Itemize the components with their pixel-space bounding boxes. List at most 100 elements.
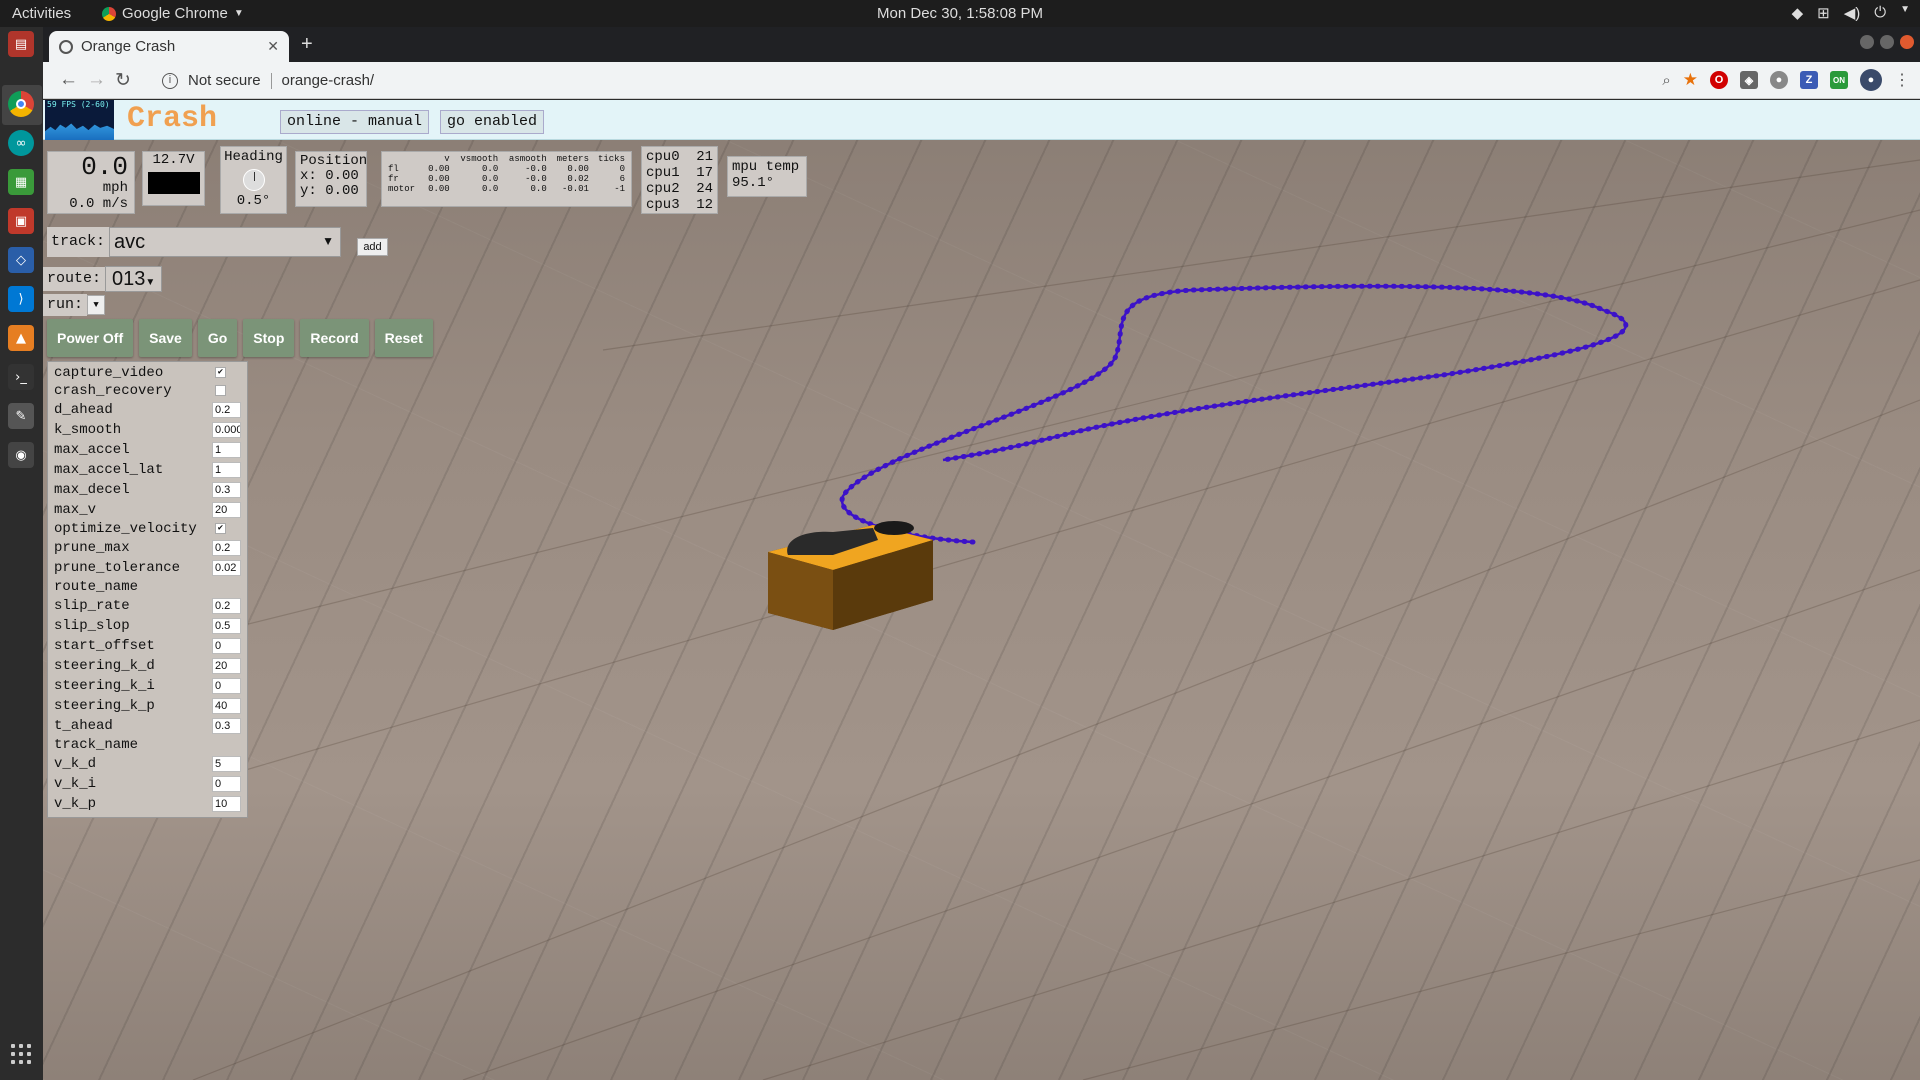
table-cell: 0.02 xyxy=(567,174,589,184)
go-button[interactable]: Go xyxy=(197,319,238,357)
wheel-table: v vsmooth asmooth meters ticks fl 0.00 0.0 -0.0… xyxy=(386,154,627,194)
app-menu[interactable]: Google Chrome ▼ xyxy=(102,5,244,22)
files-icon[interactable]: ▤ xyxy=(8,31,34,57)
route-select[interactable]: 013▼ xyxy=(105,266,163,292)
param-input[interactable]: 1 xyxy=(212,442,241,458)
forward-icon[interactable]: → xyxy=(87,69,106,91)
clock[interactable]: Mon Dec 30, 1:58:08 PM xyxy=(0,5,1920,22)
param-row-k-smooth: k_smooth 0.000 xyxy=(54,420,247,440)
volume-icon: ◀) xyxy=(1843,5,1861,22)
param-input[interactable]: 20 xyxy=(212,502,241,518)
table-cell: 0.0 xyxy=(530,184,547,194)
page-viewport: ge Crash 59 FPS (2-60) online - manual g… xyxy=(43,100,1920,1080)
param-input[interactable]: 0.2 xyxy=(212,402,241,418)
route-path xyxy=(839,283,1629,545)
tab-orange-crash[interactable]: Orange Crash ✕ xyxy=(49,31,289,62)
reload-icon[interactable]: ↻ xyxy=(115,69,131,92)
game-icon[interactable]: ◉ xyxy=(8,442,34,468)
shield-extension-icon[interactable]: ◈ xyxy=(1740,71,1758,89)
table-cell: -0.01 xyxy=(561,184,589,194)
system-tray[interactable]: ◆ ⊞ ◀) ⏻ ▼ xyxy=(1792,4,1910,22)
param-input[interactable]: 20 xyxy=(212,658,241,674)
stop-button[interactable]: Stop xyxy=(243,319,295,357)
param-input[interactable]: 0 xyxy=(212,638,241,654)
show-applications-icon[interactable] xyxy=(9,1042,33,1066)
param-row-t-ahead: t_ahead 0.3 xyxy=(54,716,247,736)
param-checkbox[interactable] xyxy=(215,385,226,396)
wheel-column-header: ticks xyxy=(597,154,625,164)
app-menu-label: Google Chrome xyxy=(122,5,228,22)
floor-plank-lines xyxy=(102,159,1920,1080)
arduino-icon[interactable]: ∞ xyxy=(8,130,34,156)
param-checkbox[interactable]: ✔ xyxy=(215,523,226,534)
position-x: x: 0.00 xyxy=(300,168,359,184)
new-tab-button[interactable]: + xyxy=(301,33,313,56)
z-extension-icon[interactable]: Z xyxy=(1800,71,1818,89)
reset-button[interactable]: Reset xyxy=(374,319,433,357)
save-button[interactable]: Save xyxy=(139,319,192,357)
route-path-solid xyxy=(840,284,1627,544)
param-row-start-offset: start_offset 0 xyxy=(54,636,247,656)
chrome-dock-icon[interactable] xyxy=(8,91,34,117)
param-row-d-ahead: d_ahead 0.2 xyxy=(54,400,247,420)
param-input[interactable]: 0.000 xyxy=(212,422,241,438)
heading-panel: Heading 0.5° xyxy=(220,146,287,214)
param-input[interactable]: 40 xyxy=(212,698,241,714)
table-cell: 6 xyxy=(619,174,625,184)
table-cell: -0.0 xyxy=(525,164,547,174)
param-input[interactable]: 0 xyxy=(212,776,241,792)
position-y: y: 0.00 xyxy=(300,183,359,199)
param-input[interactable]: 0 xyxy=(212,678,241,694)
address-bar[interactable]: i Not secure orange-crash/ xyxy=(156,66,1636,95)
virtualbox-icon[interactable]: ◇ xyxy=(8,247,34,273)
param-input[interactable]: 0.02 xyxy=(212,560,241,576)
extensions-area: ⌕ ★ O ◈ ● Z ON ● ⋮ xyxy=(1662,69,1910,91)
minimize-button[interactable] xyxy=(1860,35,1874,49)
param-input[interactable]: 0.3 xyxy=(212,718,241,734)
action-buttons: Power Off Save Go Stop Record Reset xyxy=(47,319,433,357)
inkscape-icon[interactable]: ✎ xyxy=(8,403,34,429)
terminal-icon[interactable]: ›_ xyxy=(8,364,34,390)
param-input[interactable]: 0.3 xyxy=(212,482,241,498)
run-select[interactable]: ▼ xyxy=(87,295,106,315)
back-icon[interactable]: ← xyxy=(59,69,78,91)
activities-button[interactable]: Activities xyxy=(12,5,71,22)
dropbox-icon: ◆ xyxy=(1791,5,1804,22)
go-status: go enabled xyxy=(440,110,545,134)
param-input[interactable]: 10 xyxy=(212,796,241,812)
green-extension-icon[interactable]: ON xyxy=(1830,71,1848,89)
vlc-icon[interactable]: ▲ xyxy=(8,325,34,351)
param-input[interactable]: 1 xyxy=(212,462,241,478)
vscode-icon[interactable]: ⟩ xyxy=(8,286,34,312)
circle-extension-icon[interactable]: ● xyxy=(1770,71,1788,89)
position-label: Position xyxy=(300,153,368,169)
param-input[interactable]: 0.2 xyxy=(212,598,241,614)
record-button[interactable]: Record xyxy=(300,319,369,357)
avatar[interactable]: ● xyxy=(1860,69,1882,91)
route-row: route: 013▼ xyxy=(43,266,163,292)
param-checkbox[interactable]: ✔ xyxy=(215,367,226,378)
presentation-icon[interactable]: ▣ xyxy=(8,208,34,234)
speed-mph-value: 0.0 xyxy=(81,152,128,182)
param-row-prune-max: prune_max 0.2 xyxy=(54,538,247,558)
close-window-button[interactable] xyxy=(1900,35,1914,49)
menu-icon[interactable]: ⋮ xyxy=(1894,70,1910,90)
close-icon[interactable]: ✕ xyxy=(267,38,279,55)
power-off-button[interactable]: Power Off xyxy=(47,319,134,357)
table-cell: 0.00 xyxy=(428,164,450,174)
param-input[interactable]: 5 xyxy=(212,756,241,772)
param-input[interactable]: 0.5 xyxy=(212,618,241,634)
bookmark-star-icon[interactable]: ★ xyxy=(1683,70,1698,90)
add-track-button[interactable]: add xyxy=(357,238,388,256)
opera-extension-icon[interactable]: O xyxy=(1710,71,1728,89)
tab-title: Orange Crash xyxy=(81,38,176,55)
route-select-value: 013 xyxy=(112,268,146,290)
info-icon[interactable]: i xyxy=(162,72,178,89)
cpu-row: cpu0 21 xyxy=(646,149,713,165)
param-label: route_name xyxy=(54,579,139,595)
zoom-icon[interactable]: ⌕ xyxy=(1662,72,1670,89)
track-select[interactable]: avc ▼ xyxy=(109,227,342,257)
param-input[interactable]: 0.2 xyxy=(212,540,241,556)
spreadsheet-icon[interactable]: ▦ xyxy=(8,169,34,195)
maximize-button[interactable] xyxy=(1880,35,1894,49)
